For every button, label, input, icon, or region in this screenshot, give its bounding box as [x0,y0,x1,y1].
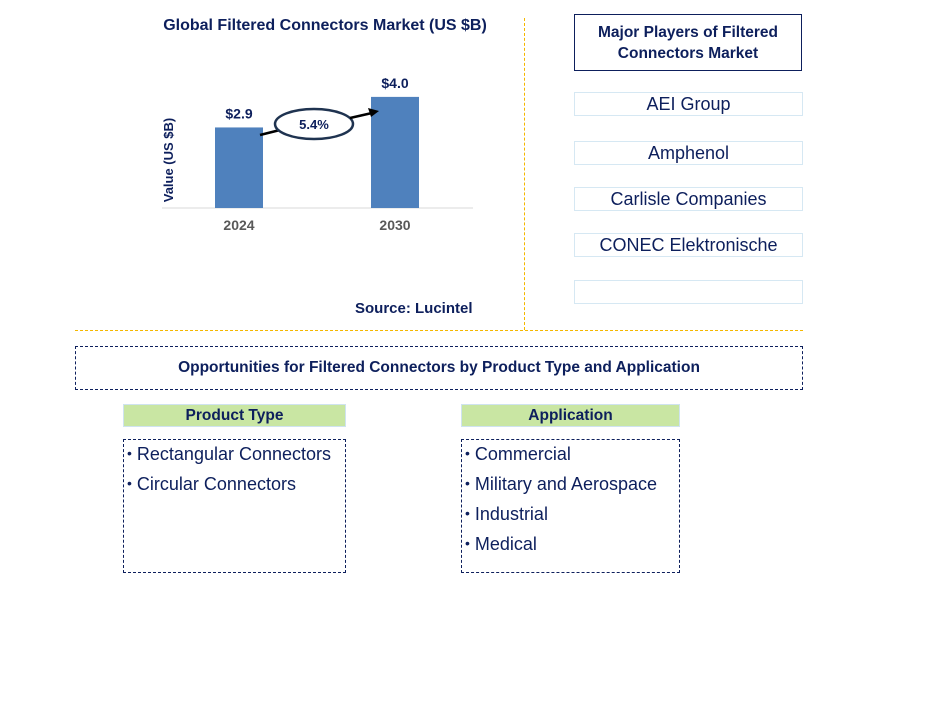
application-heading: Application [461,404,680,427]
player-item: AEI Group [574,92,803,116]
x-tick-label: 2024 [223,217,254,233]
product-type-list: Rectangular Connectors Circular Connecto… [123,439,346,573]
cagr-label: 5.4% [299,117,329,132]
player-item: Amphenol [574,141,803,165]
application-item: Medical [462,532,679,562]
product-type-item: Rectangular Connectors [124,442,345,472]
bar-chart: Value (US $B) $2.9 2024 $4.0 2030 5.4% [161,75,473,233]
bar-2024 [215,127,263,208]
bar-2030 [371,96,419,208]
player-item: CONEC Elektronische [574,233,803,257]
y-axis-label: Value (US $B) [161,118,176,203]
data-label: $2.9 [225,105,252,121]
opportunities-title: Opportunities for Filtered Connectors by… [75,346,803,390]
product-type-item: Circular Connectors [124,472,345,502]
data-label: $4.0 [381,75,408,91]
x-tick-label: 2030 [379,217,410,233]
application-item: Commercial [462,442,679,472]
chart-title: Global Filtered Connectors Market (US $B… [163,17,487,34]
vertical-divider [524,18,525,330]
application-item: Military and Aerospace [462,472,679,502]
application-item: Industrial [462,502,679,532]
horizontal-divider [75,330,803,331]
player-item: Carlisle Companies [574,187,803,211]
application-list: Commercial Military and Aerospace Indust… [461,439,680,573]
cagr-annotation: 5.4% [259,107,379,141]
source-note: Source: Lucintel [355,300,473,317]
product-type-heading: Product Type [123,404,346,427]
player-item [574,280,803,304]
players-title: Major Players of Filtered Connectors Mar… [574,14,802,71]
cagr-arrow-right [349,111,373,120]
